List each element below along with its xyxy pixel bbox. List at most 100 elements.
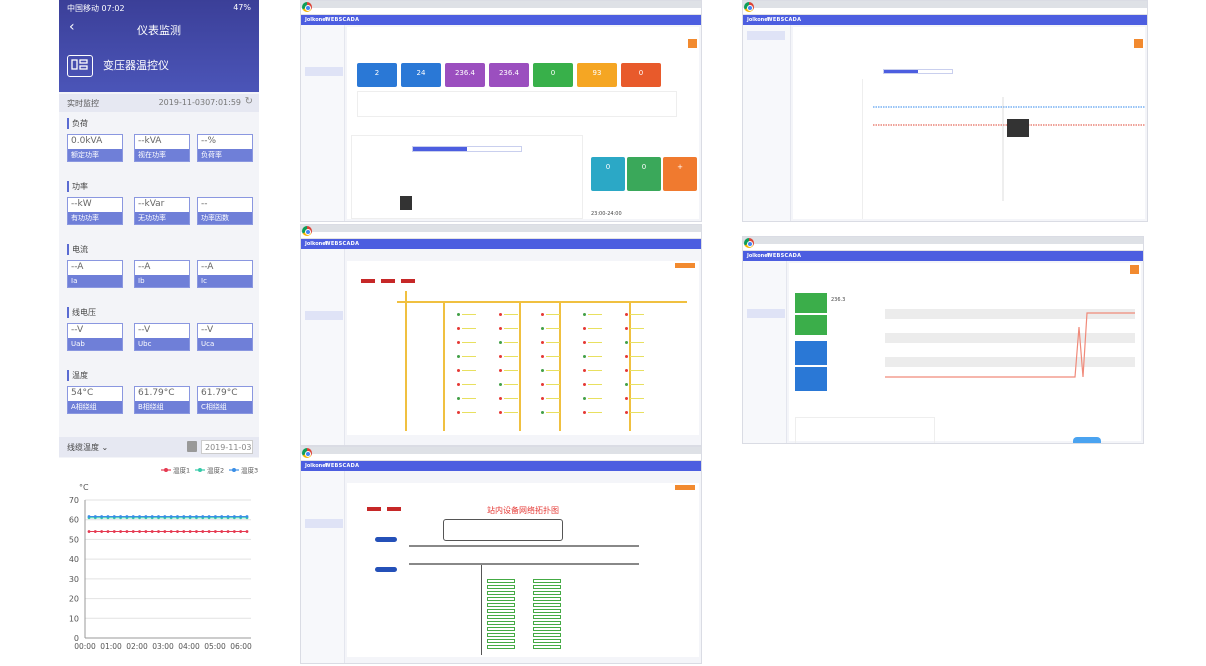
sidebar-item[interactable] xyxy=(305,43,343,52)
sidebar-item[interactable] xyxy=(747,87,785,96)
address-bar[interactable] xyxy=(301,8,701,15)
address-bar[interactable] xyxy=(743,244,1143,251)
mini-card[interactable]: + xyxy=(663,157,697,191)
summary-card[interactable]: 236.4 xyxy=(489,63,529,87)
network-node[interactable] xyxy=(487,639,515,643)
segmented-control[interactable] xyxy=(412,146,522,152)
sidebar-item[interactable] xyxy=(305,505,343,514)
network-node[interactable] xyxy=(487,621,515,625)
network-node[interactable] xyxy=(487,597,515,601)
sidebar-item[interactable] xyxy=(305,553,343,562)
sidebar-item[interactable] xyxy=(305,477,343,486)
battery-level: 47% xyxy=(233,3,251,12)
network-node[interactable] xyxy=(533,633,561,637)
summary-card[interactable]: 236.4 xyxy=(445,63,485,87)
network-node[interactable] xyxy=(487,579,515,583)
network-node[interactable] xyxy=(533,579,561,583)
mini-card-value: 0 xyxy=(605,163,611,171)
mini-card[interactable]: 0 xyxy=(627,157,661,191)
network-node[interactable] xyxy=(533,603,561,607)
sidebar-item-active[interactable] xyxy=(747,31,785,40)
mini-card[interactable]: 0 xyxy=(591,157,625,191)
network-node[interactable] xyxy=(533,645,561,649)
sidebar-item[interactable] xyxy=(305,79,343,88)
summary-card[interactable]: 93 xyxy=(577,63,617,87)
brand-logo: Jolkonel xyxy=(747,17,770,23)
network-node[interactable] xyxy=(487,609,515,613)
sidebar-item[interactable] xyxy=(747,101,785,110)
data-point xyxy=(207,530,211,533)
sidebar-item[interactable] xyxy=(305,569,343,578)
sidebar-item[interactable] xyxy=(305,103,343,112)
network-node[interactable] xyxy=(487,585,515,589)
summary-card[interactable]: 0 xyxy=(621,63,661,87)
data-point xyxy=(188,530,192,533)
tab-bar xyxy=(743,237,1143,244)
sidebar-item-active[interactable] xyxy=(305,67,343,76)
sidebar-item[interactable] xyxy=(747,73,785,82)
refresh-icon[interactable]: ↻ xyxy=(245,96,253,107)
sidebar-item[interactable] xyxy=(747,59,785,68)
network-node[interactable] xyxy=(487,615,515,619)
switch-status-dot xyxy=(457,341,460,344)
sidebar-item[interactable] xyxy=(747,45,785,54)
realtime-content: 236.3 xyxy=(789,263,1141,443)
network-node[interactable] xyxy=(533,591,561,595)
network-node[interactable] xyxy=(487,627,515,631)
network-node[interactable] xyxy=(487,633,515,637)
sidebar-item-active[interactable] xyxy=(305,311,343,320)
sidebar-item[interactable] xyxy=(305,491,343,500)
sidebar-item[interactable] xyxy=(747,267,785,276)
sidebar-item[interactable] xyxy=(305,255,343,264)
data-point xyxy=(144,515,148,518)
sidebar-item[interactable] xyxy=(747,281,785,290)
export-button[interactable] xyxy=(1130,265,1139,274)
network-node[interactable] xyxy=(533,585,561,589)
sidebar-item[interactable] xyxy=(305,343,343,352)
breaker-link xyxy=(462,314,476,315)
fullscreen-button[interactable] xyxy=(675,485,695,490)
sidebar-item[interactable] xyxy=(305,31,343,40)
sidebar-item[interactable] xyxy=(305,91,343,100)
data-point xyxy=(163,530,167,533)
status-tag xyxy=(387,507,401,511)
address-bar[interactable] xyxy=(743,8,1147,15)
chrome-icon xyxy=(302,448,312,458)
data-point xyxy=(100,515,104,518)
sidebar-item-active[interactable] xyxy=(305,519,343,528)
segmented-control[interactable] xyxy=(883,69,953,74)
cable-temp-dropdown[interactable]: 线缆温度 ⌄ xyxy=(67,442,108,453)
network-node[interactable] xyxy=(533,609,561,613)
network-node[interactable] xyxy=(533,627,561,631)
metric-name: Ia xyxy=(68,275,122,287)
network-node[interactable] xyxy=(533,621,561,625)
export-button[interactable] xyxy=(688,39,697,48)
switch-status-dot xyxy=(499,327,502,330)
reading-card-green xyxy=(795,293,827,313)
summary-card[interactable]: 2 xyxy=(357,63,397,87)
address-bar[interactable] xyxy=(301,454,701,461)
calendar-icon[interactable] xyxy=(187,441,197,452)
network-node[interactable] xyxy=(487,645,515,649)
network-node[interactable] xyxy=(533,615,561,619)
network-node[interactable] xyxy=(533,639,561,643)
summary-card[interactable]: 0 xyxy=(533,63,573,87)
address-bar[interactable] xyxy=(301,232,701,239)
breaker-link xyxy=(630,328,644,329)
data-point xyxy=(169,515,173,518)
network-node[interactable] xyxy=(487,591,515,595)
feeder-line xyxy=(443,301,445,431)
sidebar-item[interactable] xyxy=(305,55,343,64)
switch-status-dot xyxy=(457,313,460,316)
sidebar-item[interactable] xyxy=(747,331,785,340)
fullscreen-button[interactable] xyxy=(675,263,695,268)
network-node[interactable] xyxy=(533,597,561,601)
summary-card[interactable]: 24 xyxy=(401,63,441,87)
sidebar-item[interactable] xyxy=(305,327,343,336)
switch-status-dot xyxy=(541,341,544,344)
network-node[interactable] xyxy=(487,603,515,607)
sidebar-item-active[interactable] xyxy=(747,309,785,318)
metric-group-title: 负荷 xyxy=(67,118,88,129)
date-input[interactable]: 2019-11-03 xyxy=(201,440,253,454)
export-button[interactable] xyxy=(1134,39,1143,48)
